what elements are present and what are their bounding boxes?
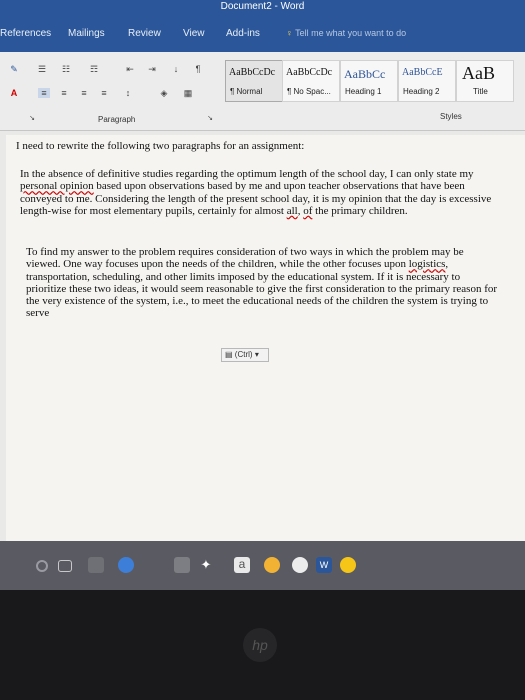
paragraph-group-label: Paragraph — [98, 115, 136, 124]
tab-view[interactable]: View — [183, 28, 205, 39]
lightbulb-icon: ♀ — [286, 28, 293, 38]
style-heading-2[interactable]: AaBbCcE Heading 2 — [398, 60, 456, 102]
style-preview: AaBbCcDc — [286, 67, 333, 78]
line-spacing-icon[interactable]: ↕ — [122, 88, 134, 98]
app-icon[interactable] — [340, 557, 356, 573]
document-area: I need to rewrite the following two para… — [0, 131, 525, 541]
style-title[interactable]: AaB Title — [456, 60, 514, 102]
style-normal[interactable]: AaBbCcDc ¶ Normal — [225, 60, 283, 102]
style-preview: AaBbCcE — [402, 67, 443, 78]
style-name: Heading 2 — [403, 87, 440, 96]
paste-options-label: (Ctrl) — [234, 350, 253, 359]
style-name: Heading 1 — [345, 87, 382, 96]
tell-me-text: Tell me what you want to do — [295, 28, 407, 38]
taskbar: ✦ a W — [0, 541, 525, 590]
multilevel-list-icon[interactable]: ☶ — [88, 64, 100, 74]
tab-references[interactable]: References — [0, 28, 51, 39]
styles-group-label: Styles — [440, 112, 462, 121]
grammar-flag: of — [303, 204, 313, 217]
style-no-spacing[interactable]: AaBbCcDc ¶ No Spac... — [282, 60, 340, 102]
borders-icon[interactable]: ▦ — [182, 88, 194, 98]
ribbon-tabs: References Mailings Review View Add-ins … — [0, 16, 525, 52]
style-name: ¶ No Spac... — [287, 87, 331, 96]
file-explorer-icon[interactable] — [88, 557, 104, 573]
pilcrow-icon[interactable]: ¶ — [192, 64, 204, 74]
spelling-flag: personal opinion — [20, 180, 94, 193]
tab-add-ins[interactable]: Add-ins — [226, 28, 260, 39]
decrease-indent-icon[interactable]: ⇤ — [124, 64, 136, 74]
justify-icon[interactable]: ≡ — [98, 88, 110, 98]
format-painter-icon[interactable]: ✎ — [8, 64, 20, 74]
paragraph-2-text: To find my answer to the problem require… — [26, 246, 464, 271]
style-preview: AaBbCcDc — [229, 67, 276, 78]
style-preview: AaBbCc — [344, 67, 386, 81]
spelling-flag: logistics — [408, 258, 446, 271]
align-left-icon[interactable]: ≡ — [38, 88, 50, 98]
window-title: Document2 - Word — [220, 1, 305, 12]
paragraph-1-text: the primary children. — [312, 204, 408, 217]
increase-indent-icon[interactable]: ⇥ — [146, 64, 158, 74]
tab-review[interactable]: Review — [128, 28, 161, 39]
cortana-icon[interactable] — [36, 560, 48, 572]
dropbox-icon[interactable]: ✦ — [198, 557, 214, 573]
word-icon[interactable]: W — [316, 557, 332, 573]
style-name: ¶ Normal — [230, 87, 263, 96]
style-name: Title — [473, 87, 488, 96]
bullets-icon[interactable]: ☰ — [36, 64, 48, 74]
grammar-flag: all — [286, 204, 298, 217]
ribbon: ✎ ☰ ☷ ☶ ⇤ ⇥ ↓ ¶ A ≡ ≡ ≡ ≡ ↕ ◈ ▦ Paragrap… — [0, 52, 525, 131]
paste-options-button[interactable]: ▤ (Ctrl) ▾ — [221, 348, 269, 362]
edge-icon[interactable] — [118, 557, 134, 573]
style-preview: AaB — [462, 63, 495, 83]
title-bar: Document2 - Word — [0, 0, 525, 16]
chevron-down-icon: ▾ — [254, 350, 259, 359]
font-color-icon[interactable]: A — [8, 88, 20, 98]
style-heading-1[interactable]: AaBbCc Heading 1 — [340, 60, 398, 102]
sort-icon[interactable]: ↓ — [170, 64, 182, 74]
paragraph-launcher-icon[interactable]: ↘ — [204, 114, 216, 124]
align-right-icon[interactable]: ≡ — [78, 88, 90, 98]
align-center-icon[interactable]: ≡ — [58, 88, 70, 98]
tell-me-box[interactable]: ♀ Tell me what you want to do — [286, 28, 406, 38]
paragraph-1-text: In the absence of definitive studies reg… — [20, 168, 474, 180]
store-app-icon[interactable] — [174, 557, 190, 573]
chrome-icon[interactable] — [264, 557, 280, 573]
cortana-circle-icon[interactable] — [292, 557, 308, 573]
hp-logo-icon: hp — [243, 628, 277, 662]
task-view-icon[interactable] — [58, 560, 72, 572]
intro-line: I need to rewrite the following two para… — [16, 140, 305, 152]
tab-mailings[interactable]: Mailings — [68, 28, 105, 39]
amazon-icon[interactable]: a — [234, 557, 250, 573]
paragraph-2: To find my answer to the problem require… — [26, 246, 498, 320]
shading-icon[interactable]: ◈ — [158, 88, 170, 98]
monitor-bezel: hp — [0, 590, 525, 700]
clipboard-launcher-icon[interactable]: ↘ — [26, 114, 38, 124]
numbering-icon[interactable]: ☷ — [60, 64, 72, 74]
screen: Document2 - Word References Mailings Rev… — [0, 0, 525, 590]
paragraph-1: In the absence of definitive studies reg… — [20, 168, 498, 217]
clipboard-icon: ▤ — [225, 350, 233, 359]
document-page[interactable]: I need to rewrite the following two para… — [6, 135, 525, 541]
